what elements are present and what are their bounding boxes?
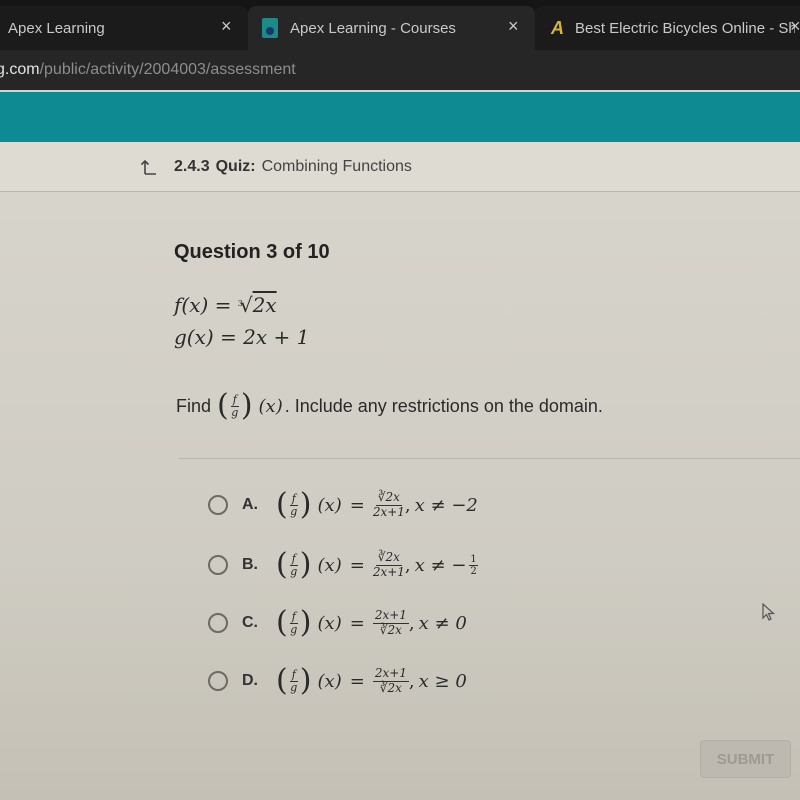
frac-num: f: [230, 392, 239, 407]
mouse-cursor-icon: [762, 602, 776, 628]
choice-expression: (f g) (x) = ∛2x 2x+1 , x ≠ −2: [276, 487, 478, 522]
result-num: ∛2x: [375, 550, 402, 566]
frac-den: g: [290, 504, 298, 518]
lhs-arg: (x): [317, 670, 342, 692]
breadcrumb: 2.4.3 Quiz: Combining Functions: [0, 142, 800, 192]
question-header: Question 3 of 10: [174, 241, 330, 263]
comma: ,: [408, 670, 415, 692]
frac-den: 2: [470, 565, 477, 577]
equals: =: [349, 612, 365, 634]
equals: =: [349, 494, 365, 516]
function-g-definition: g(x) = 2x + 1: [174, 325, 310, 349]
prompt-find: Find: [176, 395, 212, 416]
result-fraction: ∛2x 2x+1: [372, 490, 405, 519]
result-num: 2x+1: [372, 666, 409, 682]
apex-logo-icon: [262, 18, 278, 38]
prompt-arg: (x): [258, 395, 283, 417]
result-den: 2x+1: [372, 504, 405, 519]
frac-num: f: [289, 551, 298, 566]
frac-num: f: [289, 491, 298, 506]
choice-expression: (f g) (x) = 2x+1 ∛2x , x ≠ 0: [276, 605, 467, 640]
radio-button[interactable]: [208, 555, 228, 575]
comma: ,: [408, 612, 415, 634]
domain-condition: x ≠ 0: [418, 612, 467, 634]
choice-letter: C.: [242, 614, 258, 631]
frac-den: g: [290, 680, 298, 694]
result-num: ∛2x: [375, 490, 402, 506]
back-up-arrow-icon[interactable]: [140, 158, 158, 176]
condition-fraction: 12: [469, 553, 478, 577]
url-path: /public/activity/2004003/assessment: [39, 61, 296, 78]
frac-num: f: [289, 667, 298, 682]
answer-choice-d[interactable]: D. (f g) (x) = 2x+1 ∛2x , x ≥ 0: [208, 661, 467, 701]
domain-condition: x ≠ −2: [414, 494, 478, 516]
tab-title: Apex Learning - Courses: [290, 19, 456, 37]
radio-button[interactable]: [208, 671, 228, 691]
result-fraction: ∛2x 2x+1: [372, 550, 405, 579]
activity-number: 2.4.3: [174, 157, 210, 175]
address-bar[interactable]: g.com/public/activity/2004003/assessment: [0, 50, 800, 90]
function-f-definition: f(x) = 3√2x: [174, 293, 277, 317]
quiz-content: Question 3 of 10 f(x) = 3√2x g(x) = 2x +…: [0, 193, 800, 800]
a-logo-icon: A: [551, 17, 564, 38]
divider: [178, 458, 800, 459]
result-den: 2x+1: [372, 564, 405, 579]
frac-den: g: [290, 622, 298, 636]
equals: =: [349, 554, 365, 576]
browser-tab-bar: Apex Learning × Apex Learning - Courses …: [0, 0, 800, 50]
choice-expression: (f g) (x) = ∛2x 2x+1 , x ≠ − 12: [276, 547, 478, 582]
result-den: ∛2x: [379, 680, 402, 695]
answer-choice-c[interactable]: C. (f g) (x) = 2x+1 ∛2x , x ≠ 0: [208, 603, 467, 643]
url-host: g.com: [0, 61, 40, 78]
result-num: 2x+1: [372, 608, 409, 624]
question-prompt: Find ( fg ) (x) . Include any restrictio…: [176, 391, 603, 421]
radio-button[interactable]: [208, 495, 228, 515]
submit-button[interactable]: SUBMIT: [700, 740, 791, 778]
tab-apex-learning[interactable]: Apex Learning ×: [0, 6, 248, 50]
frac-num: 1: [469, 553, 478, 566]
lhs-arg: (x): [317, 612, 342, 634]
choice-letter: A.: [242, 496, 258, 513]
lhs-arg: (x): [317, 494, 342, 516]
choice-letter: B.: [242, 556, 258, 573]
choice-letter: D.: [242, 672, 258, 689]
prompt-rest: . Include any restrictions on the domain…: [284, 395, 603, 416]
result-den: ∛2x: [379, 622, 402, 637]
answer-choice-b[interactable]: B. (f g) (x) = ∛2x 2x+1 , x ≠ − 12: [208, 545, 478, 585]
close-tab-icon[interactable]: ×: [508, 16, 519, 37]
answer-choice-a[interactable]: A. (f g) (x) = ∛2x 2x+1 , x ≠ −2: [208, 485, 478, 525]
domain-condition: x ≠ −: [414, 554, 467, 576]
equals: =: [349, 670, 365, 692]
cube-root-icon: 3√: [237, 293, 253, 317]
tab-apex-learning-courses[interactable]: Apex Learning - Courses ×: [248, 6, 535, 50]
frac-den: g: [231, 405, 239, 419]
frac-num: f: [289, 609, 298, 624]
f-rhs: 2x: [252, 293, 277, 317]
frac-den: g: [290, 564, 298, 578]
choice-expression: (f g) (x) = 2x+1 ∛2x , x ≥ 0: [276, 663, 467, 698]
result-fraction: 2x+1 ∛2x: [372, 608, 409, 637]
app-header: [0, 92, 800, 142]
lhs-arg: (x): [317, 554, 342, 576]
activity-type: Quiz:: [215, 157, 256, 175]
close-tab-icon[interactable]: ×: [790, 16, 800, 37]
tab-title: Best Electric Bicycles Online - Sh: [575, 19, 795, 37]
f-over-g: ( fg ): [217, 388, 253, 423]
close-tab-icon[interactable]: ×: [221, 16, 232, 37]
comma: ,: [404, 554, 411, 576]
radio-button[interactable]: [208, 613, 228, 633]
tab-title: Apex Learning: [8, 19, 105, 37]
tab-best-electric-bicycles[interactable]: A Best Electric Bicycles Online - Sh ×: [535, 6, 800, 50]
result-fraction: 2x+1 ∛2x: [372, 666, 409, 695]
comma: ,: [404, 494, 411, 516]
activity-title: Combining Functions: [261, 157, 412, 175]
f-lhs: f(x) =: [174, 293, 232, 317]
domain-condition: x ≥ 0: [418, 670, 467, 692]
